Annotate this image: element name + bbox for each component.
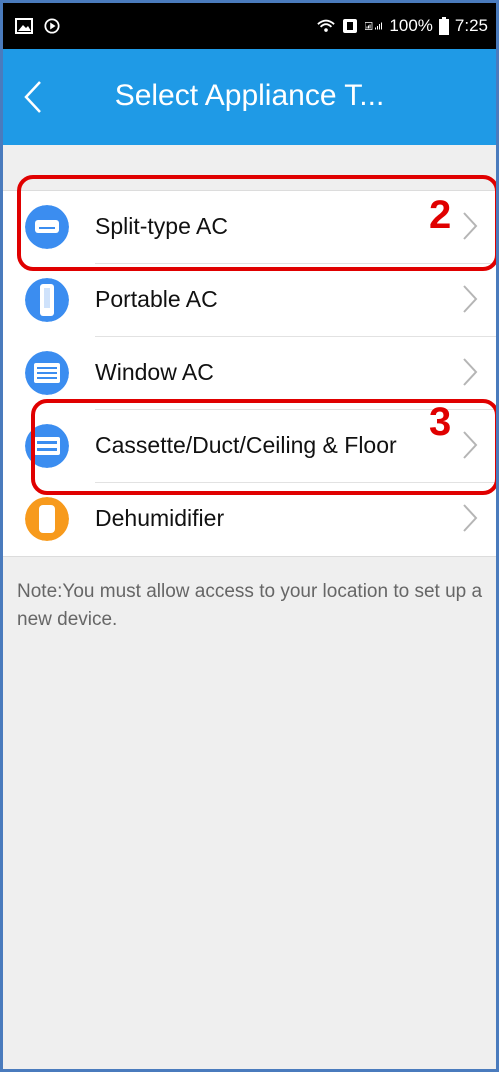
status-right: 100% 7:25 — [317, 16, 488, 36]
status-left — [15, 18, 61, 34]
appliance-label: Window AC — [95, 359, 214, 385]
appliance-label: Dehumidifier — [95, 505, 225, 531]
status-time: 7:25 — [454, 16, 488, 35]
appliance-item-portable-ac[interactable]: Portable AC — [3, 264, 496, 337]
data-saver-icon — [343, 19, 358, 33]
app-header: Select Appliance T... — [3, 49, 496, 145]
signal-icon — [365, 22, 383, 30]
battery-percent: 100% — [389, 16, 433, 35]
annotation-box-2 — [17, 175, 496, 271]
battery-icon — [438, 17, 449, 35]
chevron-right-icon — [463, 285, 478, 313]
status-bar: 100% 7:25 — [3, 3, 496, 49]
phone-screen: 100% 7:25 Select Appliance T... Split-ty… — [0, 0, 499, 1072]
chevron-right-icon — [463, 504, 478, 532]
annotation-number-2: 2 — [429, 193, 452, 237]
chevron-right-icon — [463, 358, 478, 386]
portable-ac-icon — [25, 278, 69, 322]
media-play-icon — [44, 18, 60, 34]
appliance-label: Portable AC — [95, 286, 218, 312]
annotation-number-3: 3 — [429, 400, 452, 444]
gallery-icon — [15, 18, 33, 34]
location-note: Note:You must allow access to your locat… — [17, 581, 483, 630]
page-title: Select Appliance T... — [114, 79, 385, 112]
window-ac-icon — [25, 351, 69, 395]
wifi-icon — [317, 19, 336, 32]
dehumidifier-icon — [25, 497, 69, 541]
